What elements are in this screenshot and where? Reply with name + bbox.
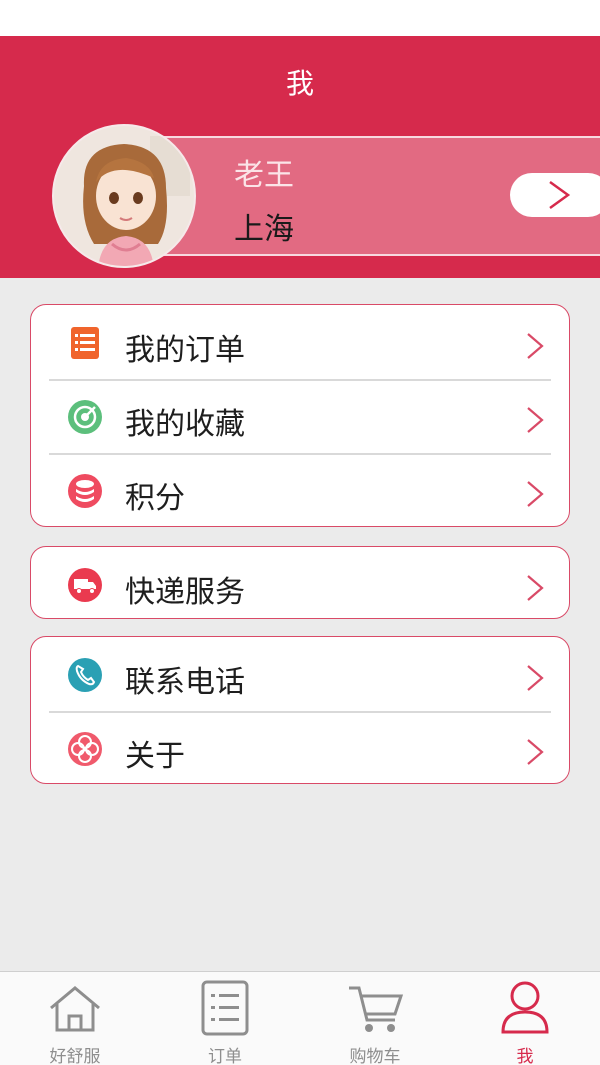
menu-group-services: 快递服务 (30, 546, 570, 619)
menu-item-about[interactable]: 关于 (31, 711, 569, 785)
delivery-truck-icon (67, 567, 103, 603)
menu-item-label: 积分 (125, 481, 185, 516)
tab-cart[interactable]: 购物车 (300, 972, 450, 1065)
tab-label: 我 (516, 1047, 534, 1065)
user-name: 老王 (234, 158, 294, 193)
points-icon (67, 473, 103, 509)
tab-label: 好舒服 (49, 1047, 101, 1065)
chevron-right-icon (527, 665, 544, 691)
chevron-right-icon (527, 333, 544, 359)
avatar[interactable] (52, 124, 196, 268)
menu-item-delivery[interactable]: 快递服务 (31, 547, 569, 618)
chevron-right-icon (549, 180, 571, 210)
tab-me[interactable]: 我 (450, 972, 600, 1065)
profile-header: 我 老王 上海 (0, 36, 600, 278)
menu-item-label: 关于 (125, 739, 185, 774)
menu-item-contact-phone[interactable]: 联系电话 (31, 637, 569, 711)
menu-group-support: 联系电话 关于 (30, 636, 570, 784)
cart-icon (349, 986, 404, 1032)
chevron-right-icon (527, 739, 544, 765)
about-icon (67, 731, 103, 767)
bottom-tab-bar: 好舒服 订单 购物车 我 (0, 971, 600, 1065)
menu-item-my-orders[interactable]: 我的订单 (31, 305, 569, 379)
tab-home[interactable]: 好舒服 (0, 972, 150, 1065)
profile-detail-button[interactable] (510, 173, 600, 217)
menu-item-label: 快递服务 (125, 575, 245, 610)
status-bar (0, 0, 600, 36)
tab-label: 订单 (208, 1047, 242, 1065)
home-icon (50, 986, 100, 1032)
chevron-right-icon (527, 407, 544, 433)
menu-group-account: 我的订单 我的收藏 积分 (30, 304, 570, 527)
list-icon (201, 980, 249, 1036)
menu-item-label: 我的收藏 (125, 407, 245, 442)
menu-item-label: 联系电话 (125, 665, 245, 700)
tab-label: 购物车 (349, 1047, 401, 1065)
user-icon (501, 981, 549, 1034)
user-city: 上海 (234, 212, 294, 247)
favorites-icon (67, 399, 103, 435)
phone-icon (67, 657, 103, 693)
chevron-right-icon (527, 575, 544, 601)
chevron-right-icon (527, 481, 544, 507)
menu-item-my-favorites[interactable]: 我的收藏 (31, 379, 569, 453)
menu-item-label: 我的订单 (125, 333, 245, 368)
avatar-illustration (54, 126, 194, 266)
page-title: 我 (285, 67, 314, 100)
orders-icon (67, 325, 103, 361)
menu-item-points[interactable]: 积分 (31, 453, 569, 527)
tab-orders[interactable]: 订单 (150, 972, 300, 1065)
